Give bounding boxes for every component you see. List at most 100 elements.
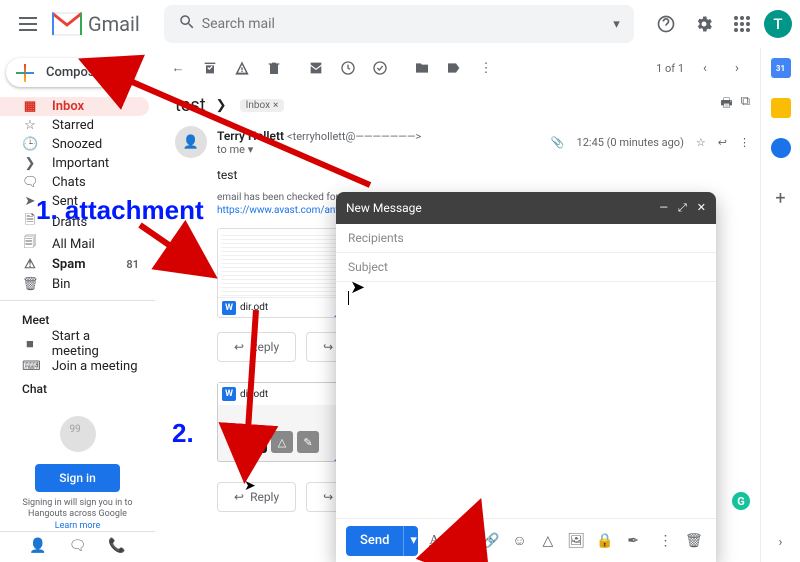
- sidebar-item-drafts[interactable]: 🗎Drafts: [0, 211, 149, 233]
- gmail-logo-icon: [52, 10, 82, 38]
- meet-join[interactable]: ⌨Join a meeting: [0, 357, 149, 376]
- apps-grid-icon[interactable]: [726, 8, 758, 40]
- save-to-drive-button[interactable]: △: [271, 431, 293, 453]
- insert-photo-icon[interactable]: 🖼: [564, 528, 588, 554]
- doc-type-icon: W: [222, 387, 236, 401]
- archive-button[interactable]: [195, 53, 225, 83]
- next-button[interactable]: ›: [722, 53, 752, 83]
- back-button[interactable]: ←: [163, 53, 193, 83]
- minimize-icon[interactable]: —: [659, 201, 668, 215]
- print-icon[interactable]: 🖶: [720, 94, 732, 116]
- keep-addon-icon[interactable]: [771, 98, 791, 118]
- discard-draft-icon[interactable]: 🗑: [682, 528, 706, 554]
- header: Gmail ▾ T: [0, 0, 800, 48]
- sidebar-item-chats[interactable]: 🗨Chats: [0, 173, 149, 192]
- sidebar-item-label: Bin: [52, 277, 70, 292]
- insert-drive-icon[interactable]: △: [536, 528, 560, 554]
- attachment-card-hover[interactable]: W dir.odt ⬇ △ ✎: [217, 382, 347, 462]
- sidebar-item-label: Starred: [52, 118, 94, 133]
- allmail-icon: 🗐: [22, 233, 38, 255]
- insert-link-icon[interactable]: 🔗: [479, 528, 503, 554]
- reply-arrow-icon: ↩: [234, 490, 244, 504]
- compose-button[interactable]: Compose: [6, 58, 136, 87]
- search-options-dropdown[interactable]: ▾: [607, 17, 626, 32]
- sidebar-item-inbox[interactable]: ▦Inbox: [0, 97, 149, 116]
- email-subject: test: [175, 95, 206, 116]
- help-icon[interactable]: [650, 8, 682, 40]
- clock-icon: 🕒: [22, 137, 38, 152]
- settings-gear-icon[interactable]: [688, 8, 720, 40]
- labels-button[interactable]: [439, 53, 469, 83]
- attachment-card[interactable]: W dir.odt: [217, 228, 347, 318]
- search-bar[interactable]: ▾: [164, 5, 634, 43]
- sidebar-item-allmail[interactable]: 🗐 All Mail: [0, 233, 149, 255]
- move-to-button[interactable]: [407, 53, 437, 83]
- add-task-button[interactable]: [365, 53, 395, 83]
- attach-file-icon[interactable]: 📎: [451, 528, 475, 554]
- label-important-icon[interactable]: ❯: [216, 98, 230, 113]
- hangouts-footer-icon[interactable]: 🗨: [69, 538, 87, 554]
- close-icon[interactable]: ✕: [697, 201, 706, 215]
- meet-label: Join a meeting: [52, 359, 138, 374]
- inbox-label-chip[interactable]: Inbox×: [240, 99, 285, 112]
- tasks-addon-icon[interactable]: [771, 138, 791, 158]
- calendar-addon-icon[interactable]: 31: [771, 58, 791, 78]
- send-button[interactable]: Send ▾: [346, 526, 418, 556]
- grammarly-icon[interactable]: G: [732, 492, 750, 510]
- reply-button[interactable]: ↩Reply: [217, 332, 296, 362]
- snooze-button[interactable]: [333, 53, 363, 83]
- sidebar-item-label: All Mail: [52, 237, 95, 252]
- open-new-window-icon[interactable]: ⧉: [741, 94, 750, 116]
- download-attachment-button[interactable]: ⬇: [245, 431, 267, 453]
- mark-unread-button[interactable]: [301, 53, 331, 83]
- sidebar-item-bin[interactable]: 🗑Bin: [0, 275, 149, 294]
- sent-icon: ➤: [22, 194, 38, 209]
- reply-icon[interactable]: ↩: [718, 136, 727, 149]
- sidebar-item-snoozed[interactable]: 🕒Snoozed: [0, 135, 149, 154]
- signin-button[interactable]: Sign in: [35, 464, 120, 492]
- star-toggle[interactable]: ☆: [696, 136, 706, 149]
- prev-button[interactable]: ‹: [690, 53, 720, 83]
- sidebar-item-sent[interactable]: ➤Sent: [0, 192, 149, 211]
- delete-button[interactable]: [259, 53, 289, 83]
- more-button[interactable]: ⋮: [471, 53, 501, 83]
- recipients-field[interactable]: Recipients: [336, 224, 716, 253]
- main-menu-button[interactable]: [8, 4, 48, 44]
- insert-signature-icon[interactable]: ✒: [621, 528, 645, 554]
- sidebar-item-starred[interactable]: ☆Starred: [0, 116, 149, 135]
- subject-field[interactable]: Subject: [336, 253, 716, 282]
- person-icon[interactable]: 👤: [29, 538, 46, 554]
- more-icon[interactable]: ⋮: [739, 136, 750, 149]
- confidential-mode-icon[interactable]: 🔒: [593, 528, 617, 554]
- hangouts-block: Sign in Signing in will sign you in to H…: [0, 410, 155, 531]
- attachment-filename: dir.odt: [240, 302, 268, 313]
- doc-type-icon: W: [222, 301, 236, 315]
- compose-more-icon[interactable]: ⋮: [653, 528, 677, 554]
- email-body: test: [175, 158, 750, 188]
- get-addons-icon[interactable]: +: [771, 188, 791, 208]
- send-options-dropdown[interactable]: ▾: [403, 526, 418, 556]
- to-line[interactable]: to me ▾: [217, 143, 421, 156]
- search-input[interactable]: [202, 16, 607, 32]
- hide-panel-icon[interactable]: ›: [771, 532, 791, 552]
- spam-count: 81: [126, 258, 139, 271]
- chat-footer: 👤 🗨 📞: [0, 531, 155, 556]
- insert-emoji-icon[interactable]: ☺: [507, 528, 531, 554]
- forward-arrow-icon: ↪: [323, 340, 333, 354]
- compose-titlebar[interactable]: New Message — ⤢ ✕: [336, 192, 716, 224]
- sidebar-item-important[interactable]: ❯Important: [0, 154, 149, 173]
- learn-more-link[interactable]: Learn more: [12, 521, 143, 531]
- fullscreen-icon[interactable]: ⤢: [678, 201, 687, 215]
- edit-attachment-button[interactable]: ✎: [297, 431, 319, 453]
- formatting-icon[interactable]: A: [422, 528, 446, 554]
- meet-start[interactable]: ■Start a meeting: [0, 331, 149, 357]
- sidebar: Compose ▦Inbox ☆Starred 🕒Snoozed ❯Import…: [0, 48, 155, 562]
- report-spam-button[interactable]: [227, 53, 257, 83]
- account-avatar[interactable]: T: [764, 10, 792, 38]
- attachment-thumbnail: [218, 229, 346, 299]
- reply-button[interactable]: ↩Reply: [217, 482, 296, 512]
- phone-icon[interactable]: 📞: [108, 538, 125, 554]
- sidebar-item-spam[interactable]: ⚠Spam81: [0, 255, 149, 274]
- sender-avatar[interactable]: 👤: [175, 126, 207, 158]
- compose-body[interactable]: [336, 282, 716, 518]
